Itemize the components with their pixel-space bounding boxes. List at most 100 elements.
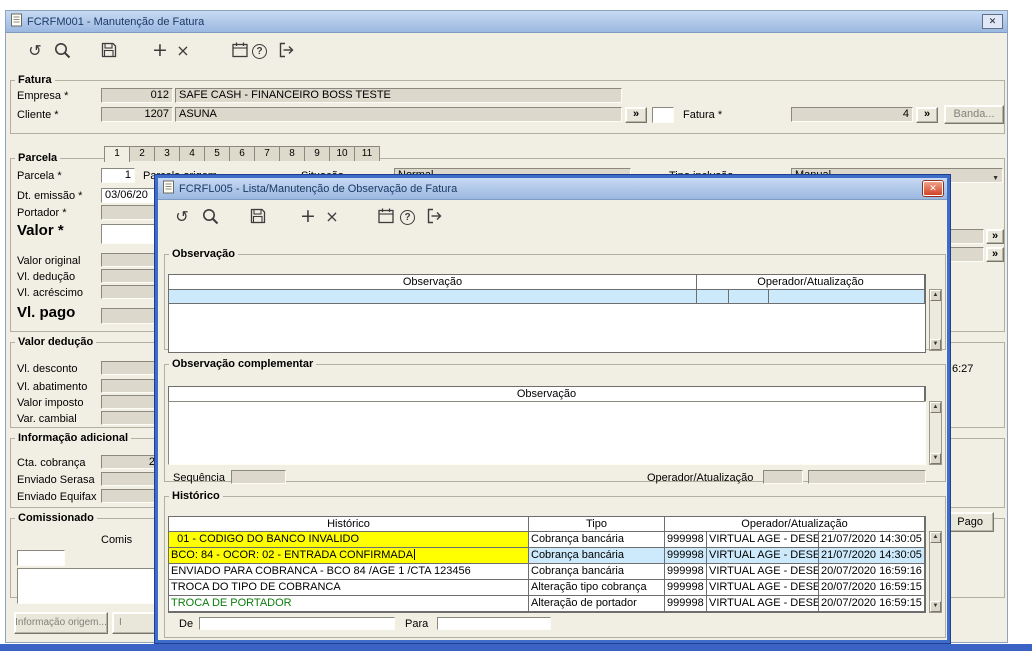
- operator-datetime-cell: 21/07/2020 14:30:05: [819, 548, 925, 564]
- save-icon[interactable]: [99, 41, 119, 61]
- tipo-cell: Alteração tipo cobrança: [529, 580, 665, 596]
- info-adicional-legend: Informação adicional: [18, 432, 129, 444]
- tab-9[interactable]: 9: [304, 146, 330, 161]
- scroll-up-icon[interactable]: ▲: [930, 402, 941, 413]
- observacao-col-header: Observação: [169, 275, 697, 290]
- para-field[interactable]: [437, 617, 551, 630]
- operator-code-cell: 999998: [665, 564, 707, 580]
- tab-7[interactable]: 7: [254, 146, 280, 161]
- close-icon[interactable]: ✕: [982, 14, 1003, 29]
- time-fragment: 6:27: [952, 363, 974, 375]
- main-titlebar[interactable]: FCRFM001 - Manutenção de Fatura ✕: [6, 11, 1007, 33]
- operator-code-cell: 999998: [665, 596, 707, 612]
- tipo-col-header: Tipo: [529, 517, 665, 532]
- right-lookup-button-1[interactable]: »: [986, 229, 1004, 244]
- window-icon: [10, 13, 23, 30]
- observacao-complementar-header: Observação: [168, 386, 926, 402]
- tab-11[interactable]: 11: [354, 146, 380, 161]
- modal-close-icon[interactable]: ✕: [923, 181, 943, 196]
- operator-name-cell: VIRTUAL AGE - DESE: [707, 548, 819, 564]
- operator-name-cell: VIRTUAL AGE - DESE: [707, 564, 819, 580]
- save-icon[interactable]: [248, 207, 268, 227]
- comissionado-field[interactable]: [17, 550, 65, 566]
- parcela-field[interactable]: 1: [101, 168, 135, 183]
- window-bottom-border: [0, 644, 1032, 651]
- lookup-icon: »: [991, 230, 999, 242]
- tab-6[interactable]: 6: [229, 146, 255, 161]
- historico-text-cell[interactable]: BCO: 84 - OCOR: 02 - ENTRADA CONFIRMADA: [169, 548, 529, 564]
- delete-icon[interactable]: ×: [173, 41, 193, 61]
- cliente-extra-field: [652, 107, 674, 123]
- scroll-up-icon[interactable]: ▲: [930, 532, 941, 543]
- scroll-down-icon[interactable]: ▼: [930, 601, 941, 612]
- fatura-legend: Fatura: [18, 74, 52, 86]
- sequencia-field: [231, 470, 286, 484]
- exit-icon[interactable]: [276, 41, 296, 61]
- historico-row[interactable]: BCO: 84 - OCOR: 02 - ENTRADA CONFIRMADA …: [169, 548, 925, 564]
- comissionado-list[interactable]: [17, 568, 159, 604]
- historico-scrollbar[interactable]: ▲ ▼: [929, 531, 942, 613]
- fatura-lookup-button[interactable]: »: [916, 107, 938, 123]
- historico-row[interactable]: ENVIADO PARA COBRANCA - BCO 84 /AGE 1 /C…: [169, 564, 925, 580]
- tab-1[interactable]: 1: [104, 146, 130, 162]
- observacao-selected-row[interactable]: [169, 290, 925, 304]
- historico-text-cell[interactable]: ENVIADO PARA COBRANCA - BCO 84 /AGE 1 /C…: [169, 564, 529, 580]
- comissionado-legend: Comissionado: [18, 512, 94, 524]
- historico-row[interactable]: 01 - CODIGO DO BANCO INVALIDO Cobrança b…: [169, 532, 925, 548]
- search-icon[interactable]: [52, 41, 72, 61]
- exit-icon[interactable]: [424, 207, 444, 227]
- empresa-code-field: 012: [101, 88, 173, 103]
- historico-row[interactable]: TROCA DO TIPO DE COBRANCA Alteração tipo…: [169, 580, 925, 596]
- tab-2[interactable]: 2: [129, 146, 155, 161]
- observacao-cell[interactable]: [169, 290, 697, 304]
- informacao-origem-button[interactable]: Informação origem...: [14, 612, 108, 634]
- historico-col-header: Histórico: [169, 517, 529, 532]
- help-icon[interactable]: ?: [400, 210, 415, 225]
- observacao-complementar-scrollbar[interactable]: ▲ ▼: [929, 401, 942, 465]
- operator-code-cell: 999998: [665, 532, 707, 548]
- scroll-down-icon[interactable]: ▼: [930, 339, 941, 350]
- de-field[interactable]: [199, 617, 395, 630]
- tab-3[interactable]: 3: [154, 146, 180, 161]
- cliente-code-field: 1207: [101, 107, 173, 122]
- search-icon[interactable]: [200, 207, 220, 227]
- delete-icon[interactable]: ×: [322, 207, 342, 227]
- parcela-tabs: 1 2 3 4 5 6 7 8 9 10 11: [104, 146, 380, 162]
- banda-button[interactable]: Banda...: [944, 105, 1004, 124]
- historico-text-cell[interactable]: 01 - CODIGO DO BANCO INVALIDO: [169, 532, 529, 548]
- modal-window: FCRFL005 - Lista/Manutenção de Observaçã…: [154, 174, 951, 644]
- help-icon[interactable]: ?: [252, 44, 267, 59]
- right-lookup-button-2[interactable]: »: [986, 247, 1004, 262]
- cta-cobranca-field: 2: [101, 455, 159, 469]
- tab-8[interactable]: 8: [279, 146, 305, 161]
- window-icon: [162, 180, 175, 197]
- historico-row[interactable]: TROCA DE PORTADOR Alteração de portador …: [169, 596, 925, 612]
- undo-icon[interactable]: ↺: [25, 41, 45, 61]
- modal-titlebar[interactable]: FCRFL005 - Lista/Manutenção de Observaçã…: [158, 178, 947, 200]
- calendar-icon[interactable]: [230, 41, 250, 61]
- operator-code-cell: 999998: [665, 548, 707, 564]
- scroll-up-icon[interactable]: ▲: [930, 290, 941, 301]
- cliente-lookup-button[interactable]: »: [625, 107, 647, 123]
- operator-datetime-cell: 20/07/2020 16:59:16: [819, 564, 925, 580]
- add-icon[interactable]: +: [298, 207, 318, 227]
- undo-icon[interactable]: ↺: [172, 207, 192, 227]
- vl-deducao-label: Vl. dedução: [17, 271, 76, 283]
- observacao-complementar-textarea[interactable]: [168, 401, 926, 465]
- tab-5[interactable]: 5: [204, 146, 230, 161]
- historico-text-cell[interactable]: TROCA DE PORTADOR: [169, 596, 529, 612]
- de-label: De: [179, 618, 194, 630]
- historico-legend: Histórico: [172, 490, 220, 502]
- tab-4[interactable]: 4: [179, 146, 205, 161]
- scroll-down-icon[interactable]: ▼: [930, 453, 941, 464]
- add-icon[interactable]: +: [150, 41, 170, 61]
- enviado-equifax-label: Enviado Equifax: [17, 491, 97, 503]
- tab-10[interactable]: 10: [329, 146, 355, 161]
- vl-pago-label: Vl. pago: [17, 304, 76, 321]
- enviado-equifax-field: [101, 489, 159, 503]
- historico-text-cell[interactable]: TROCA DO TIPO DE COBRANCA: [169, 580, 529, 596]
- tipo-cell: Alteração de portador: [529, 596, 665, 612]
- calendar-icon[interactable]: [376, 207, 396, 227]
- observacao-scrollbar[interactable]: ▲ ▼: [929, 289, 942, 351]
- operator-code-cell: 999998: [665, 580, 707, 596]
